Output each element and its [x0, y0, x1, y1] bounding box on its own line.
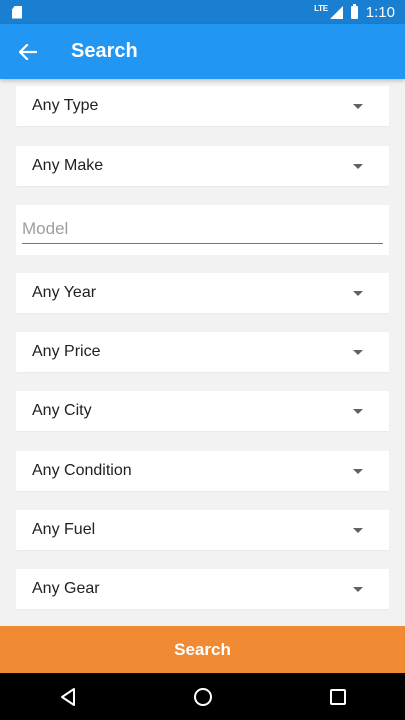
make-dropdown-label: Any Make — [32, 157, 104, 174]
dropdown-arrow-icon — [353, 468, 363, 474]
nav-recents-button[interactable] — [314, 673, 362, 720]
fuel-dropdown[interactable]: Any Fuel — [16, 510, 389, 550]
type-dropdown-label: Any Type — [32, 97, 99, 114]
square-recents-icon — [329, 688, 346, 705]
nav-back-button[interactable] — [44, 673, 92, 720]
page-title: Search — [71, 40, 138, 62]
back-button[interactable] — [16, 40, 40, 64]
year-dropdown[interactable]: Any Year — [16, 273, 389, 313]
dropdown-arrow-icon — [353, 103, 363, 109]
gear-dropdown[interactable]: Any Gear — [16, 569, 389, 609]
dropdown-arrow-icon — [353, 527, 363, 533]
status-bar: LTE 1:10 — [0, 0, 405, 24]
condition-dropdown[interactable]: Any Condition — [16, 451, 389, 491]
gear-dropdown-label: Any Gear — [32, 580, 100, 597]
price-dropdown[interactable]: Any Price — [16, 332, 389, 372]
fuel-dropdown-label: Any Fuel — [32, 521, 96, 538]
nav-home-button[interactable] — [179, 673, 227, 720]
network-type: LTE — [314, 3, 328, 13]
circle-home-icon — [193, 687, 212, 706]
dropdown-arrow-icon — [353, 163, 363, 169]
arrow-back-icon — [19, 43, 37, 60]
system-nav-bar — [0, 673, 405, 720]
dropdown-arrow-icon — [353, 290, 363, 296]
triangle-back-icon — [60, 687, 75, 706]
city-dropdown[interactable]: Any City — [16, 391, 389, 431]
search-button[interactable]: Search — [0, 626, 405, 673]
make-dropdown[interactable]: Any Make — [16, 146, 389, 186]
model-field-card — [16, 205, 389, 255]
condition-dropdown-label: Any Condition — [32, 462, 132, 479]
price-dropdown-label: Any Price — [32, 343, 101, 360]
model-input[interactable] — [22, 215, 383, 244]
signal-icon — [329, 5, 343, 19]
type-dropdown[interactable]: Any Type — [16, 86, 389, 126]
dropdown-arrow-icon — [353, 586, 363, 592]
dropdown-arrow-icon — [353, 349, 363, 355]
sd-card-icon — [12, 5, 22, 19]
clock: 1:10 — [365, 3, 395, 21]
dropdown-arrow-icon — [353, 408, 363, 414]
app-bar: Search — [0, 24, 405, 79]
battery-icon — [350, 3, 358, 19]
year-dropdown-label: Any Year — [32, 284, 97, 301]
city-dropdown-label: Any City — [32, 402, 92, 419]
